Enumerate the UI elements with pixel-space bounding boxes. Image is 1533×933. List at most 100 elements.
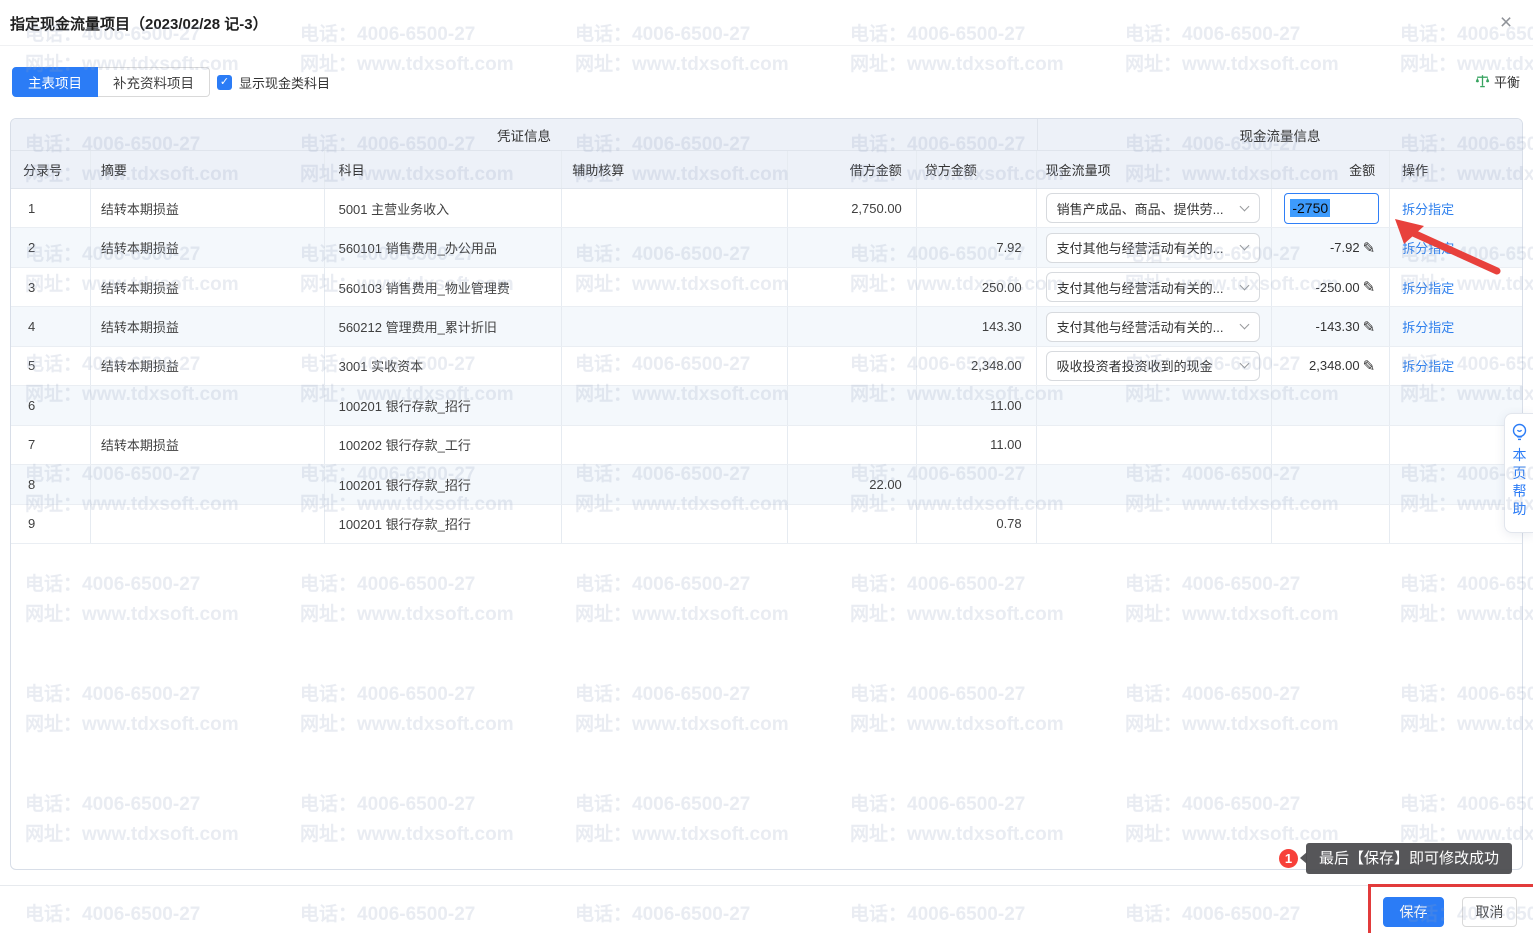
table-row: 8100201 银行存款_招行22.00 [11,465,1522,504]
checkbox-label: 显示现金类科目 [239,73,330,92]
cancel-button[interactable]: 取消 [1462,897,1517,927]
debit-amount-cell [788,426,917,464]
summary-cell: 结转本期损益 [91,189,325,227]
table-row: 9100201 银行存款_招行0.78 [11,505,1522,544]
amount-cell [1272,426,1390,464]
cash-flow-item-cell: 销售产成品、商品、提供劳... [1037,189,1273,227]
cash-flow-item-select[interactable]: 支付其他与经营活动有关的... [1046,312,1260,342]
amount-value: -7.92 [1330,240,1360,255]
entry-no-cell: 9 [11,505,91,543]
split-assign-link[interactable]: 拆分指定 [1402,317,1454,336]
cash-flow-item-cell [1037,465,1273,503]
action-cell [1390,505,1522,543]
credit-amount-cell: 11.00 [917,426,1037,464]
summary-cell: 结转本期损益 [91,347,325,385]
edit-amount-icon[interactable]: ✎ [1363,239,1376,257]
amount-cell: -7.92✎ [1272,228,1390,266]
credit-amount-cell: 250.00 [917,268,1037,306]
cash-flow-item-select[interactable]: 销售产成品、商品、提供劳... [1046,193,1260,223]
account-cell: 100201 银行存款_招行 [325,505,563,543]
entry-no-cell: 2 [11,228,91,266]
amount-value: -143.30 [1316,319,1360,334]
account-cell: 560101 销售费用_办公用品 [325,228,563,266]
action-cell: 拆分指定 [1390,307,1522,345]
action-cell: 拆分指定 [1390,347,1522,385]
summary-cell: 结转本期损益 [91,426,325,464]
cash-flow-item-select[interactable]: 吸收投资者投资收到的现金 [1046,351,1260,381]
step-badge: 1 [1279,849,1298,868]
aux-accounting-cell [562,465,788,503]
edit-amount-icon[interactable]: ✎ [1363,318,1376,336]
table-row: 2结转本期损益560101 销售费用_办公用品 7.92 支付其他与经营活动有关的.… [11,228,1522,267]
table-row: 6100201 银行存款_招行11.00 [11,386,1522,425]
account-cell: 3001 实收资本 [325,347,563,385]
entry-no-cell: 5 [11,347,91,385]
split-assign-link[interactable]: 拆分指定 [1402,199,1454,218]
debit-amount-cell [788,347,917,385]
chevron-down-icon [1239,359,1249,369]
close-icon[interactable]: × [1493,10,1519,36]
balance-button[interactable]: 平衡 [1475,72,1520,91]
tab-supplementary-items[interactable]: 补充资料项目 [98,67,210,97]
split-assign-link[interactable]: 拆分指定 [1402,356,1454,375]
tab-main-items[interactable]: 主表项目 [12,67,98,97]
entry-no-cell: 3 [11,268,91,306]
col-summary: 摘要 [91,151,325,188]
watermark-text: 电话：4006-6500-27网址：www.tdxsoft.com [300,900,514,933]
balance-label: 平衡 [1494,72,1520,91]
edit-amount-icon[interactable]: ✎ [1363,357,1376,375]
credit-amount-cell [917,465,1037,503]
cash-flow-item-cell [1037,505,1273,543]
col-credit-amount: 贷方金额 [917,151,1037,188]
cash-flow-item-value: 销售产成品、商品、提供劳... [1057,199,1224,218]
aux-accounting-cell [562,426,788,464]
dialog-header: 指定现金流量项目（2023/02/28 记-3） × [0,0,1533,46]
cash-flow-item-cell [1037,386,1273,424]
credit-amount-cell: 143.30 [917,307,1037,345]
split-assign-link[interactable]: 拆分指定 [1402,278,1454,297]
debit-amount-cell: 2,750.00 [788,189,917,227]
amount-cell [1272,505,1390,543]
debit-amount-cell [788,307,917,345]
entry-no-cell: 7 [11,426,91,464]
cash-flow-item-value: 支付其他与经营活动有关的... [1057,317,1224,336]
edit-amount-icon[interactable]: ✎ [1363,278,1376,296]
summary-cell: 结转本期损益 [91,228,325,266]
chevron-down-icon [1239,280,1249,290]
aux-accounting-cell [562,268,788,306]
table-row: 1结转本期损益5001 主营业务收入2,750.00销售产成品、商品、提供劳..… [11,189,1522,228]
cash-flow-item-select[interactable]: 支付其他与经营活动有关的... [1046,272,1260,302]
save-button[interactable]: 保存 [1383,897,1444,927]
amount-input[interactable]: -2750 [1284,193,1379,224]
amount-cell: -143.30✎ [1272,307,1390,345]
aux-accounting-cell [562,228,788,266]
amount-value: -250.00 [1316,280,1360,295]
debit-amount-cell [788,386,917,424]
table-body: 1结转本期损益5001 主营业务收入2,750.00销售产成品、商品、提供劳..… [11,189,1522,544]
debit-amount-cell [788,228,917,266]
toolbar: 主表项目 补充资料项目 ✓ 显示现金类科目 平衡 [0,46,1533,106]
action-cell [1390,465,1522,503]
voucher-table: 凭证信息 现金流量信息 分录号摘要科目辅助核算借方金额贷方金额现金流量项金额操作… [10,118,1523,870]
chevron-down-icon [1239,201,1249,211]
account-cell: 100202 银行存款_工行 [325,426,563,464]
watermark-text: 电话：4006-6500-27网址：www.tdxsoft.com [25,900,239,933]
split-assign-link[interactable]: 拆分指定 [1402,238,1454,257]
help-page-button[interactable]: 本页帮助 [1504,413,1533,533]
credit-amount-cell: 7.92 [917,228,1037,266]
col-action: 操作 [1390,151,1522,188]
summary-cell [91,505,325,543]
watermark-text: 电话：4006-6500-27网址：www.tdxsoft.com [850,900,1064,933]
cash-flow-item-select[interactable]: 支付其他与经营活动有关的... [1046,233,1260,263]
table-row: 5结转本期损益3001 实收资本2,348.00吸收投资者投资收到的现金2,34… [11,347,1522,386]
account-cell: 560103 销售费用_物业管理费 [325,268,563,306]
watermark-text: 电话：4006-6500-27网址：www.tdxsoft.com [1125,900,1339,933]
show-cash-accounts-checkbox[interactable]: ✓ 显示现金类科目 [217,73,330,92]
debit-amount-cell [788,268,917,306]
chevron-down-icon [1239,320,1249,330]
amount-value: 2,348.00 [1309,358,1360,373]
checkbox-check-icon: ✓ [217,75,232,90]
debit-amount-cell: 22.00 [788,465,917,503]
amount-cell [1272,386,1390,424]
account-cell: 5001 主营业务收入 [325,189,563,227]
